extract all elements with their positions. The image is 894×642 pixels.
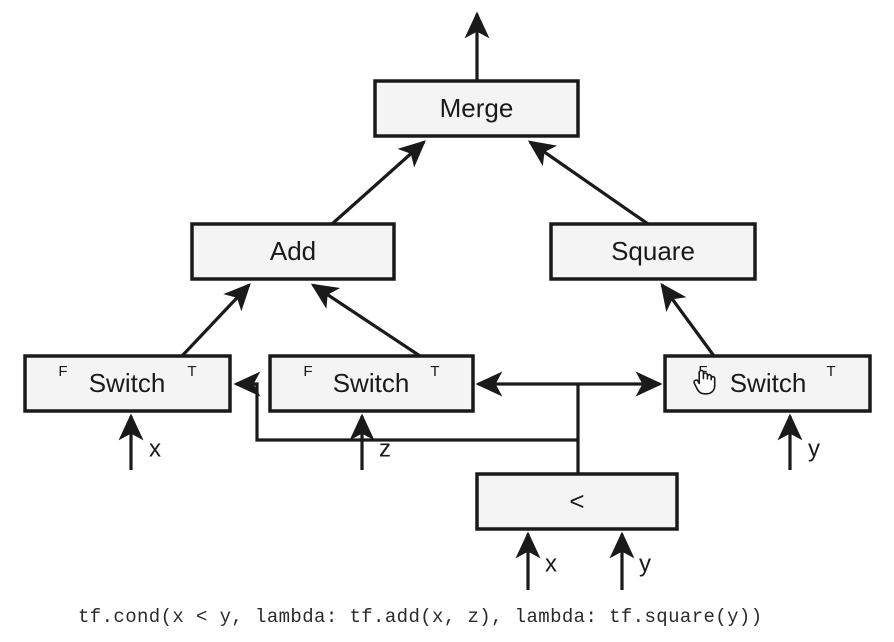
less-than-label: <: [569, 486, 584, 516]
edge-square-to-merge: [527, 140, 649, 226]
node-switch2[interactable]: F Switch T: [268, 354, 475, 413]
node-switch3[interactable]: F Switch T: [663, 354, 872, 413]
switch3-true-port-label: T: [826, 363, 835, 380]
square-label: Square: [611, 236, 695, 266]
node-merge[interactable]: Merge: [373, 79, 580, 138]
edge-label-y-less: y: [639, 550, 651, 577]
dataflow-graph: Merge Add Square F Switch T F Switch T F…: [23, 11, 872, 628]
add-label: Add: [270, 236, 316, 266]
node-less-than[interactable]: <: [475, 472, 679, 531]
edge-switch1-true-to-add: [180, 283, 251, 358]
switch3-label: Switch: [730, 368, 807, 398]
diagram-canvas: Merge Add Square F Switch T F Switch T F…: [0, 0, 894, 642]
node-add[interactable]: Add: [190, 222, 396, 281]
edge-switch3-false-to-square: [660, 282, 716, 357]
switch1-false-port-label: F: [58, 363, 67, 380]
edge-label-z-switch2: z: [379, 435, 391, 462]
edge-label-x-less: x: [545, 550, 557, 577]
node-square[interactable]: Square: [549, 222, 757, 281]
node-switch1[interactable]: F Switch T: [23, 354, 232, 413]
switch2-true-port-label: T: [430, 363, 439, 380]
edge-label-x-switch1: x: [149, 435, 161, 462]
switch3-false-port-label: F: [698, 363, 707, 380]
switch2-label: Switch: [333, 368, 410, 398]
edge-add-to-merge: [330, 140, 426, 226]
caption: tf.cond(x < y, lambda: tf.add(x, z), lam…: [78, 606, 763, 628]
switch2-false-port-label: F: [303, 363, 312, 380]
switch1-true-port-label: T: [187, 363, 196, 380]
merge-label: Merge: [440, 93, 514, 123]
edge-switch2-true-to-add: [310, 283, 421, 358]
edge-label-y-switch3: y: [808, 435, 820, 462]
switch1-label: Switch: [89, 368, 166, 398]
